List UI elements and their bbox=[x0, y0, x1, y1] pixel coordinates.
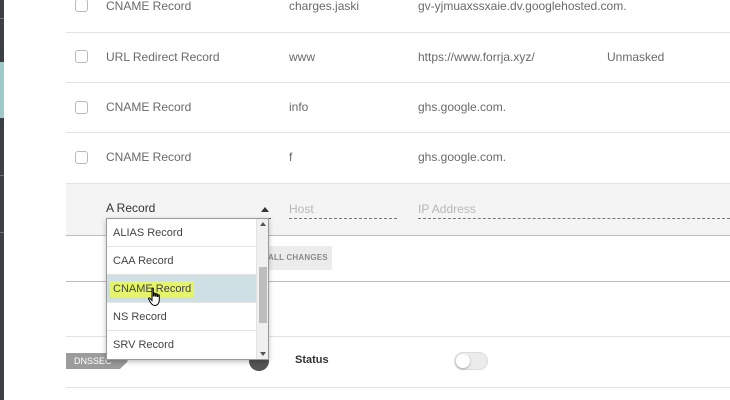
record-host: www bbox=[289, 50, 315, 64]
dropdown-option[interactable]: ALIAS Record bbox=[107, 219, 257, 247]
row-checkbox[interactable] bbox=[75, 151, 88, 164]
edge-accent bbox=[0, 62, 4, 118]
scroll-down-arrow-icon[interactable] bbox=[260, 352, 266, 356]
record-type-select-value: A Record bbox=[106, 201, 156, 215]
record-value: https://www.forrja.xyz/ bbox=[418, 50, 535, 64]
scrollbar-thumb[interactable] bbox=[259, 267, 267, 323]
host-input[interactable]: Host bbox=[289, 202, 397, 219]
record-row[interactable]: CNAME Record charges.jaski gv-yjmuaxssxa… bbox=[66, 0, 730, 33]
dropdown-option[interactable]: NS Record bbox=[107, 303, 257, 331]
caret-up-icon bbox=[261, 207, 269, 212]
record-value: gv-yjmuaxssxaie.dv.googlehosted.com. bbox=[418, 0, 627, 13]
record-host: charges.jaski bbox=[289, 0, 360, 13]
save-all-changes-button[interactable]: ALL CHANGES bbox=[262, 246, 332, 270]
status-label: Status bbox=[295, 354, 329, 366]
dropdown-option-selected[interactable]: CNAME Record bbox=[107, 275, 257, 303]
record-type: CNAME Record bbox=[106, 0, 192, 13]
window-edge bbox=[0, 0, 4, 400]
dnssec-status-toggle[interactable] bbox=[454, 352, 488, 370]
record-value: ghs.google.com. bbox=[418, 100, 507, 114]
record-type: CNAME Record bbox=[106, 150, 192, 164]
dropdown-option[interactable]: SRV Record bbox=[107, 331, 257, 359]
row-checkbox[interactable] bbox=[75, 50, 88, 63]
record-host: f bbox=[289, 150, 293, 164]
record-type: URL Redirect Record bbox=[106, 50, 220, 64]
record-row[interactable]: CNAME Record info ghs.google.com. bbox=[66, 83, 730, 133]
record-type-select[interactable]: A Record bbox=[106, 201, 271, 219]
row-checkbox[interactable] bbox=[75, 0, 88, 12]
record-type-dropdown[interactable]: ALIAS Record CAA Record CNAME Record NS … bbox=[106, 218, 269, 360]
record-row[interactable]: CNAME Record f ghs.google.com. bbox=[66, 133, 730, 184]
dns-records-panel: CNAME Record charges.jaski gv-yjmuaxssxa… bbox=[0, 0, 730, 400]
dropdown-scrollbar[interactable] bbox=[256, 219, 268, 359]
dropdown-option[interactable]: CAA Record bbox=[107, 247, 257, 275]
toggle-knob bbox=[456, 354, 470, 368]
hand-cursor-icon bbox=[148, 287, 160, 307]
record-host: info bbox=[289, 100, 309, 114]
redirect-mask-status: Unmasked bbox=[607, 50, 665, 64]
row-checkbox[interactable] bbox=[75, 101, 88, 114]
scroll-up-arrow-icon[interactable] bbox=[260, 222, 266, 226]
record-row[interactable]: URL Redirect Record www https://www.forr… bbox=[66, 33, 730, 83]
record-type: CNAME Record bbox=[106, 100, 192, 114]
ip-address-input[interactable]: IP Address bbox=[418, 202, 730, 219]
record-value: ghs.google.com. bbox=[418, 150, 507, 164]
